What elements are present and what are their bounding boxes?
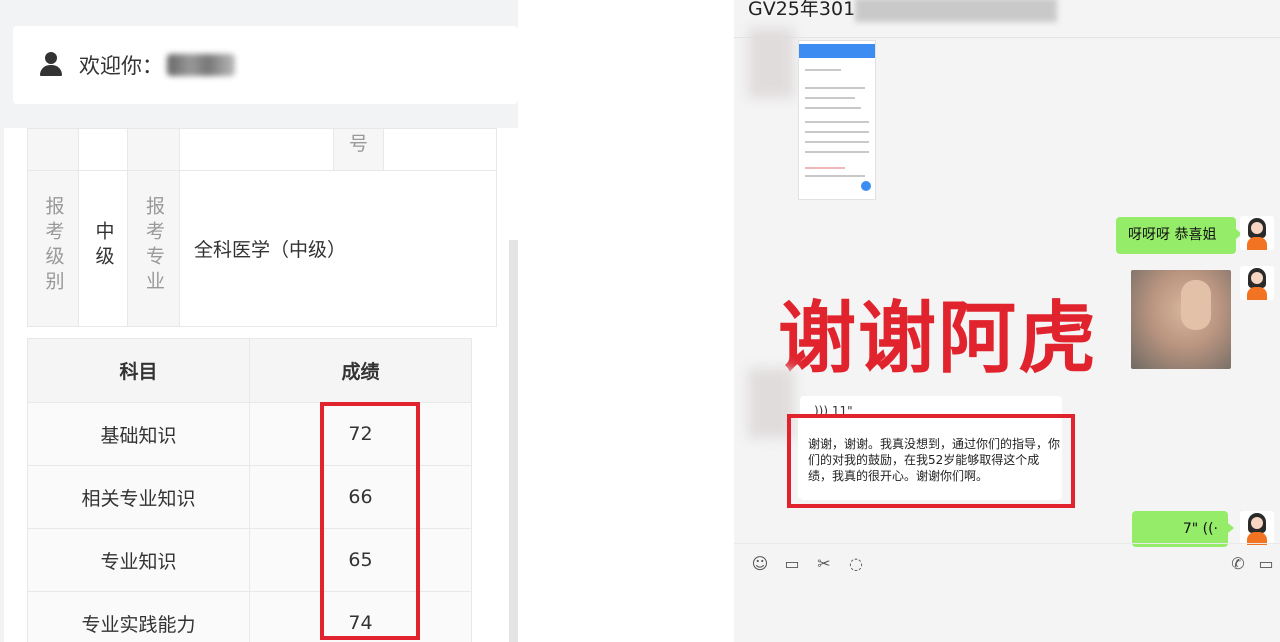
exam-level-value: 中级 — [92, 221, 115, 271]
thumbs-up-photo[interactable] — [1131, 270, 1231, 369]
exam-major-label: 报考专业 — [143, 196, 165, 296]
subject-cell: 基础知识 — [27, 402, 250, 466]
exam-level-label: 报考级别 — [42, 196, 65, 296]
girl-avatar-icon[interactable] — [1240, 216, 1274, 250]
score-header: 成绩 — [249, 338, 472, 403]
voice-wave-icon: ((· — [1202, 521, 1218, 537]
screenshot-image[interactable] — [798, 40, 876, 200]
welcome-label: 欢迎你： — [79, 54, 163, 78]
chat-bubble[interactable]: 呀呀呀 恭喜姐 — [1116, 217, 1242, 254]
girl-avatar-icon[interactable] — [1240, 511, 1274, 545]
transcript-highlight-box — [787, 414, 1075, 508]
subject-cell: 专业知识 — [27, 528, 250, 592]
emoji-icon[interactable]: ☺ — [750, 555, 770, 573]
voice-reply[interactable]: 7" ((· — [1132, 511, 1234, 547]
blurred-username — [167, 54, 235, 76]
scissors-icon[interactable]: ✂ — [814, 555, 834, 573]
partial-label-cell: 号 — [333, 128, 384, 171]
subject-header: 科目 — [27, 338, 250, 403]
subject-cell: 专业实践能力 — [27, 591, 250, 642]
divider — [734, 37, 1280, 38]
chat-panel: GV25年301 呀呀呀 恭喜姐 谢谢阿虎 ))) 11" 谢谢，谢谢。我真没想… — [734, 0, 1280, 642]
scrollbar[interactable] — [509, 240, 518, 642]
results-card: 号 报考级别 中级 报考专业 全科医学（中级） 科目 成绩 基础知识 72 相关… — [4, 128, 518, 642]
exam-level-value-cell: 中级 — [78, 170, 128, 327]
girl-avatar-icon[interactable] — [1240, 266, 1274, 300]
video-icon[interactable]: ▭ — [1256, 555, 1276, 573]
score-report-panel: 欢迎你： 号 报考级别 中级 报考专业 全科医学（中级） 科目 成绩 基础知识 … — [0, 0, 518, 642]
exam-major-value: 全科医学（中级） — [179, 170, 497, 327]
exam-major-label-cell: 报考专业 — [127, 170, 180, 327]
input-toolbar: ☺ ▭ ✂ ◌ ✆ ▭ — [734, 543, 1280, 583]
overlay-caption: 谢谢阿虎 — [778, 294, 1099, 384]
chat-bubble-icon[interactable]: ◌ — [846, 555, 866, 573]
score-highlight-box — [320, 402, 420, 640]
blurred-avatar — [748, 28, 794, 98]
blurred-title — [855, 0, 1058, 22]
subject-cell: 相关专业知识 — [27, 465, 250, 529]
folder-icon[interactable]: ▭ — [782, 555, 802, 573]
exam-info-table: 号 报考级别 中级 报考专业 全科医学（中级） — [27, 128, 497, 327]
exam-level-label-cell: 报考级别 — [27, 170, 79, 327]
welcome-card: 欢迎你： — [13, 26, 518, 104]
chat-title: GV25年301 — [748, 0, 1058, 22]
user-icon — [39, 52, 63, 78]
phone-icon[interactable]: ✆ — [1228, 555, 1248, 573]
